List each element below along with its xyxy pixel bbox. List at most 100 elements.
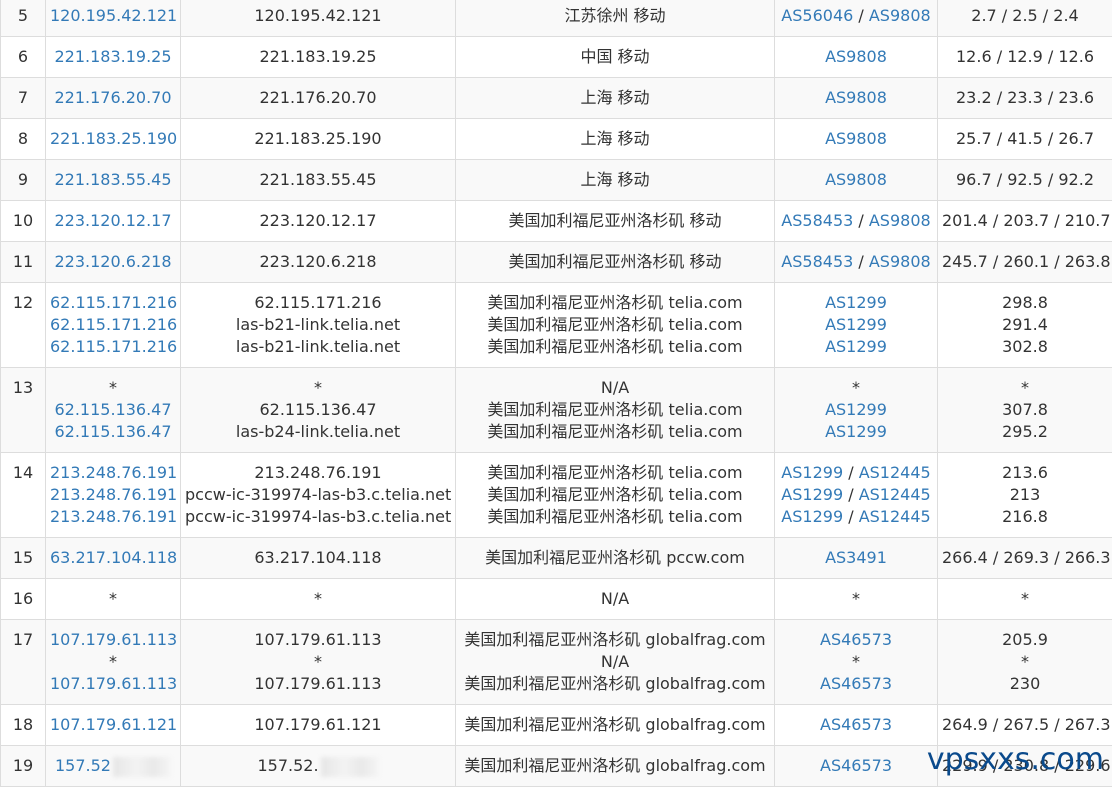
- asn-link[interactable]: AS9808: [869, 252, 931, 271]
- asn-link[interactable]: AS46573: [820, 756, 892, 775]
- asn-line: AS1299 / AS12445: [779, 484, 933, 506]
- asn-cell: AS58453 / AS9808: [775, 242, 938, 283]
- asn-link[interactable]: AS9808: [825, 88, 887, 107]
- table-row: 9221.183.55.45221.183.55.45上海 移动AS980896…: [1, 160, 1112, 201]
- location-text: 美国加利福尼亚州洛杉矶 telia.com: [460, 462, 770, 484]
- ip-link[interactable]: 213.248.76.191: [50, 463, 177, 482]
- ip-link[interactable]: 107.179.61.113: [50, 674, 177, 693]
- hop-number-text: 15: [13, 548, 33, 567]
- ip-link[interactable]: 221.183.55.45: [54, 170, 171, 189]
- hop-number-text: 14: [13, 463, 33, 482]
- ip-cell: 213.248.76.191 213.248.76.191 213.248.76.1…: [46, 453, 181, 538]
- asn-link[interactable]: AS12445: [859, 507, 931, 526]
- asn-separator: /: [853, 6, 869, 25]
- asn-link[interactable]: AS3491: [825, 548, 887, 567]
- hostname-cell: 221.183.19.25: [181, 37, 456, 78]
- asn-link[interactable]: AS1299: [825, 400, 887, 419]
- ip-link[interactable]: 62.115.171.216: [50, 337, 177, 356]
- hostname-cell: 107.179.61.121: [181, 705, 456, 746]
- hostname-text: pccw-ic-319974-las-b3.c.telia.net: [185, 507, 451, 526]
- hop-number-text: 6: [18, 47, 28, 66]
- asn-link[interactable]: AS9808: [869, 6, 931, 25]
- asn-cell: AS46573: [775, 705, 938, 746]
- asn-link[interactable]: AS1299: [781, 485, 843, 504]
- ip-link[interactable]: 62.115.171.216: [50, 315, 177, 334]
- hostname-text: 62.115.136.47: [259, 400, 376, 419]
- ip-link[interactable]: 213.248.76.191: [50, 485, 177, 504]
- asn-link[interactable]: AS1299: [781, 507, 843, 526]
- rtt-text: 23.2 / 23.3 / 23.6: [942, 87, 1108, 109]
- ip-link[interactable]: 157.52: [55, 756, 111, 775]
- no-reply-marker: *: [109, 589, 117, 608]
- ip-link[interactable]: 62.115.136.47: [54, 400, 171, 419]
- no-reply-marker: *: [852, 378, 860, 397]
- location-cell: 上海 移动: [456, 119, 775, 160]
- ip-cell: 120.195.42.121: [46, 0, 181, 37]
- ip-link[interactable]: 62.115.136.47: [54, 422, 171, 441]
- asn-line: AS46573: [779, 755, 933, 777]
- hostname-cell: 223.120.6.218: [181, 242, 456, 283]
- location-text: 美国加利福尼亚州洛杉矶 globalfrag.com: [460, 714, 770, 736]
- asn-link[interactable]: AS1299: [825, 293, 887, 312]
- ip-link[interactable]: 223.120.6.218: [54, 252, 171, 271]
- hop-number: 9: [1, 160, 46, 201]
- location-cell: 美国加利福尼亚州洛杉矶 globalfrag.com: [456, 746, 775, 787]
- rtt-text: 201.4 / 203.7 / 210.7: [942, 210, 1108, 232]
- asn-link[interactable]: AS1299: [825, 422, 887, 441]
- ip-link[interactable]: 221.176.20.70: [54, 88, 171, 107]
- hop-number: 11: [1, 242, 46, 283]
- asn-line: AS1299 / AS12445: [779, 462, 933, 484]
- asn-link[interactable]: AS9808: [825, 129, 887, 148]
- hostname-text: *: [314, 378, 322, 397]
- asn-link[interactable]: AS12445: [859, 463, 931, 482]
- ip-link[interactable]: 107.179.61.113: [50, 630, 177, 649]
- asn-cell: AS9808: [775, 119, 938, 160]
- asn-link[interactable]: AS1299: [825, 315, 887, 334]
- hop-number-text: 16: [13, 589, 33, 608]
- hop-number: 8: [1, 119, 46, 160]
- rtt-cell: 266.4 / 269.3 / 266.3: [938, 538, 1112, 579]
- asn-link[interactable]: AS9808: [869, 211, 931, 230]
- asn-link[interactable]: AS12445: [859, 485, 931, 504]
- asn-link[interactable]: AS46573: [820, 630, 892, 649]
- ip-link[interactable]: 221.183.19.25: [54, 47, 171, 66]
- asn-cell: AS58453 / AS9808: [775, 201, 938, 242]
- asn-link[interactable]: AS58453: [781, 252, 853, 271]
- ip-link[interactable]: 213.248.76.191: [50, 507, 177, 526]
- table-row: 17107.179.61.113*107.179.61.113107.179.6…: [1, 620, 1112, 705]
- location-text: 上海 移动: [460, 87, 770, 109]
- asn-link[interactable]: AS58453: [781, 211, 853, 230]
- hostname-text: 213.248.76.191: [254, 463, 381, 482]
- hostname-text: 107.179.61.113: [254, 630, 381, 649]
- ip-link[interactable]: 63.217.104.118: [50, 548, 177, 567]
- ip-link[interactable]: 120.195.42.121: [50, 6, 177, 25]
- asn-link[interactable]: AS9808: [825, 47, 887, 66]
- hostname-cell: 221.183.55.45: [181, 160, 456, 201]
- asn-link[interactable]: AS46573: [820, 715, 892, 734]
- rtt-cell: 2.7 / 2.5 / 2.4: [938, 0, 1112, 37]
- ip-link[interactable]: 62.115.171.216: [50, 293, 177, 312]
- ip-link[interactable]: 223.120.12.17: [54, 211, 171, 230]
- rtt-text: 245.7 / 260.1 / 263.8: [942, 251, 1108, 273]
- traceroute-body: 5120.195.42.121120.195.42.121江苏徐州 移动AS56…: [1, 0, 1112, 787]
- location-text: 上海 移动: [460, 128, 770, 150]
- table-row: 6221.183.19.25221.183.19.25中国 移动AS980812…: [1, 37, 1112, 78]
- rtt-cell: *307.8295.2: [938, 368, 1112, 453]
- asn-link[interactable]: AS1299: [825, 337, 887, 356]
- location-cell: N/A美国加利福尼亚州洛杉矶 telia.com美国加利福尼亚州洛杉矶 teli…: [456, 368, 775, 453]
- rtt-text: 291.4: [942, 314, 1108, 336]
- asn-separator: /: [843, 485, 859, 504]
- hostname-cell: 221.183.25.190: [181, 119, 456, 160]
- asn-link[interactable]: AS1299: [781, 463, 843, 482]
- ip-link[interactable]: 107.179.61.121: [50, 715, 177, 734]
- hostname-text: 107.179.61.121: [254, 715, 381, 734]
- asn-link[interactable]: AS56046: [781, 6, 853, 25]
- asn-link[interactable]: AS46573: [820, 674, 892, 693]
- rtt-cell: 12.6 / 12.9 / 12.6: [938, 37, 1112, 78]
- rtt-cell: 25.7 / 41.5 / 26.7: [938, 119, 1112, 160]
- asn-link[interactable]: AS9808: [825, 170, 887, 189]
- ip-cell: 63.217.104.118: [46, 538, 181, 579]
- hop-number: 18: [1, 705, 46, 746]
- ip-link[interactable]: 221.183.25.190: [50, 129, 177, 148]
- rtt-cell: 201.4 / 203.7 / 210.7: [938, 201, 1112, 242]
